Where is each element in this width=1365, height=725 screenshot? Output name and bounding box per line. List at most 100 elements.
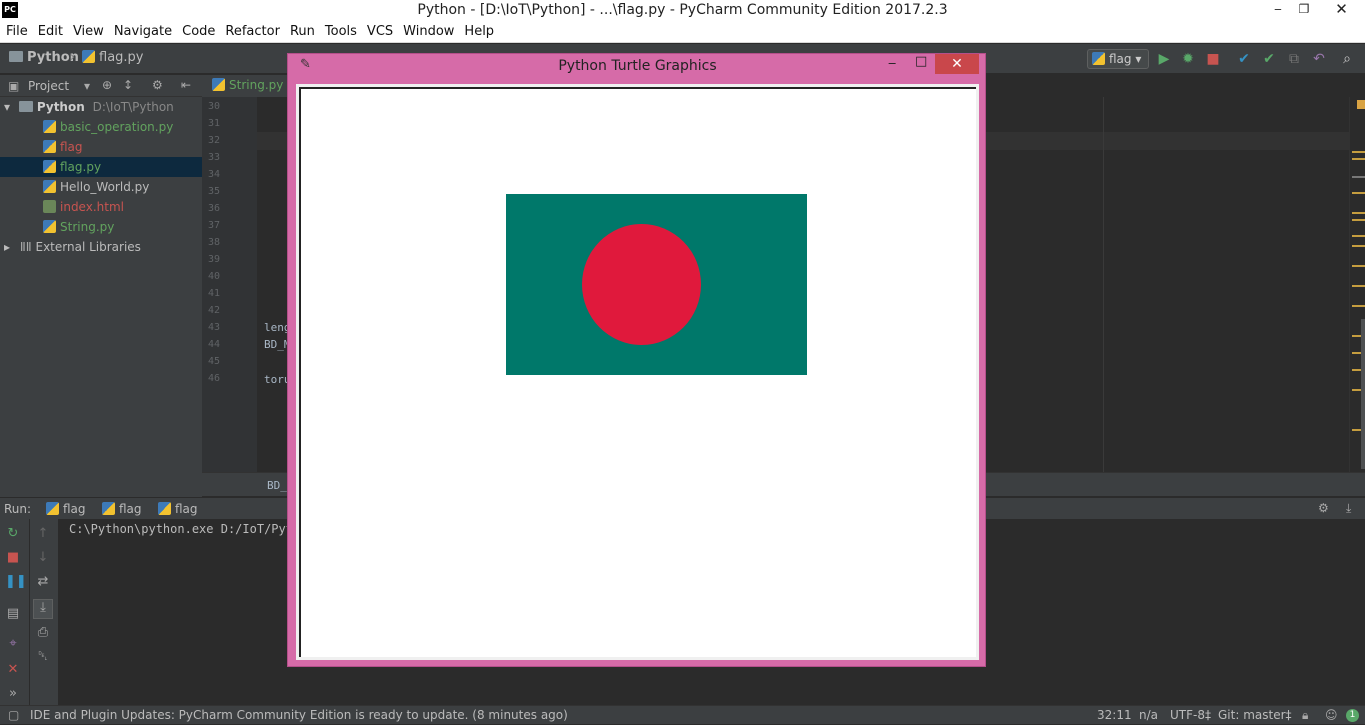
python-file-icon bbox=[43, 180, 56, 193]
tree-file-label: flag.py bbox=[60, 160, 102, 174]
scroll-to-end-icon[interactable]: ⤓ bbox=[33, 599, 53, 619]
turtle-client-area bbox=[296, 84, 979, 660]
code-breadcrumb-label[interactable]: BD_ bbox=[267, 479, 287, 492]
stop-icon[interactable]: ■ bbox=[5, 550, 21, 566]
line-number: 45 bbox=[208, 356, 221, 367]
menu-view[interactable]: View bbox=[73, 24, 104, 39]
arrow-up-icon[interactable]: ↑ bbox=[35, 526, 51, 542]
menu-code[interactable]: Code bbox=[182, 24, 215, 39]
gear-icon[interactable]: ⚙ bbox=[152, 78, 163, 92]
breadcrumb-project[interactable]: Python bbox=[9, 50, 79, 65]
run-label: Run: bbox=[4, 502, 32, 516]
flag-red-disc bbox=[582, 224, 701, 345]
search-icon[interactable]: ⌕ bbox=[1339, 51, 1355, 67]
menu-refactor[interactable]: Refactor bbox=[225, 24, 280, 39]
project-view-select[interactable]: Project bbox=[28, 79, 69, 93]
breadcrumb-separator-icon: › bbox=[70, 50, 76, 65]
menu-run[interactable]: Run bbox=[290, 24, 315, 39]
maximize-icon[interactable]: ❐ bbox=[1290, 0, 1318, 20]
close-icon[interactable]: ✕ bbox=[935, 54, 979, 74]
editor-tab-label: String.py bbox=[229, 78, 284, 92]
vcs-compare-icon[interactable]: ⧉ bbox=[1286, 51, 1302, 67]
chevron-down-icon[interactable]: ▾ bbox=[84, 79, 90, 93]
menu-window[interactable]: Window bbox=[403, 24, 454, 39]
turtle-window: ✎ Python Turtle Graphics ‒ □ ✕ bbox=[287, 53, 986, 667]
maximize-icon[interactable]: □ bbox=[915, 54, 929, 69]
pause-icon[interactable]: ❚❚ bbox=[5, 574, 27, 590]
python-file-icon bbox=[43, 140, 56, 153]
editor-scrollbar[interactable] bbox=[1361, 319, 1365, 469]
menu-vcs[interactable]: VCS bbox=[367, 24, 393, 39]
close-icon[interactable]: ✕ bbox=[5, 662, 21, 678]
pin-icon[interactable]: ⌖ bbox=[5, 636, 21, 652]
line-separator[interactable]: n/a bbox=[1139, 706, 1158, 725]
status-message[interactable]: IDE and Plugin Updates: PyCharm Communit… bbox=[30, 706, 568, 725]
tree-file-item[interactable]: String.py bbox=[0, 217, 202, 237]
minimize-icon[interactable]: ‒ bbox=[1264, 0, 1292, 20]
warning-indicator-icon[interactable] bbox=[1357, 100, 1365, 109]
line-number: 44 bbox=[208, 339, 221, 350]
breadcrumb-file[interactable]: flag.py bbox=[82, 50, 143, 65]
line-number: 39 bbox=[208, 254, 221, 265]
collapse-all-icon[interactable]: ↕ bbox=[123, 78, 133, 92]
run-icon[interactable]: ▶ bbox=[1156, 51, 1172, 67]
editor-gutter: 30 31 32 33 34 35 36 37 38 39 40 41 42 43 44 45 46 bbox=[202, 97, 257, 472]
menu-edit[interactable]: Edit bbox=[38, 24, 63, 39]
hide-panel-icon[interactable]: ⤓ bbox=[1346, 501, 1351, 516]
console-command-line: C:\Python\python.exe D:/IoT/Pyth bbox=[69, 522, 301, 536]
tree-file-item[interactable]: Hello_World.py bbox=[0, 177, 202, 197]
editor-tab-string[interactable]: String.py bbox=[212, 78, 283, 92]
rerun-icon[interactable]: ↻ bbox=[5, 526, 21, 542]
hide-panel-icon[interactable]: ⇤ bbox=[181, 78, 191, 92]
more-icon[interactable]: » bbox=[5, 686, 21, 702]
folder-icon bbox=[18, 101, 33, 112]
vcs-update-icon[interactable]: ✔ bbox=[1236, 51, 1252, 67]
event-log-badge[interactable]: 1 bbox=[1346, 709, 1359, 722]
restore-layout-icon[interactable]: ▤ bbox=[5, 606, 21, 622]
close-icon[interactable]: ✕ bbox=[1318, 0, 1365, 20]
tool-window-toggle-icon[interactable]: ▢ bbox=[8, 706, 19, 725]
print-icon[interactable]: ⎙ bbox=[35, 625, 51, 641]
caret-position[interactable]: 32:11 bbox=[1097, 706, 1132, 725]
soft-wrap-icon[interactable]: ⇄ bbox=[35, 574, 51, 590]
trash-icon[interactable]: ␡ bbox=[35, 649, 51, 665]
menu-tools[interactable]: Tools bbox=[325, 24, 357, 39]
tree-root[interactable]: ▾ Python D:\IoT\Python bbox=[0, 97, 202, 117]
tree-external-libraries[interactable]: ▸ ⅡⅡ External Libraries bbox=[0, 237, 202, 257]
tree-file-item[interactable]: flag bbox=[0, 137, 202, 157]
turtle-canvas[interactable] bbox=[299, 87, 976, 657]
project-panel-header: ▣ Project ▾ ⊕ ↕ ⚙ ⇤ bbox=[0, 75, 202, 97]
menu-help[interactable]: Help bbox=[464, 24, 494, 39]
run-tab-label: flag bbox=[175, 502, 198, 516]
run-tab-1[interactable]: flag bbox=[46, 502, 86, 516]
python-file-icon bbox=[212, 78, 225, 91]
scroll-from-source-icon[interactable]: ⊕ bbox=[102, 78, 112, 92]
menu-file[interactable]: File bbox=[6, 24, 28, 39]
folder-icon bbox=[9, 51, 23, 62]
inspector-icon[interactable]: ☺ bbox=[1325, 706, 1338, 725]
run-configuration-label: flag bbox=[1109, 52, 1132, 66]
line-number: 35 bbox=[208, 186, 221, 197]
stop-icon[interactable]: ■ bbox=[1205, 51, 1221, 67]
arrow-down-icon[interactable]: ↓ bbox=[35, 550, 51, 566]
turtle-window-title: Python Turtle Graphics bbox=[558, 58, 717, 74]
run-tab-2[interactable]: flag bbox=[102, 502, 142, 516]
python-file-icon bbox=[43, 120, 56, 133]
git-branch[interactable]: Git: master‡ bbox=[1218, 706, 1292, 725]
tree-file-item[interactable]: flag.py bbox=[0, 157, 202, 177]
vcs-commit-icon[interactable]: ✔ bbox=[1261, 51, 1277, 67]
project-view-icon: ▣ bbox=[8, 79, 20, 93]
line-number: 33 bbox=[208, 152, 221, 163]
expand-arrow-icon: ▾ bbox=[4, 100, 11, 114]
lock-icon[interactable]: 🔒︎ bbox=[1302, 706, 1308, 725]
file-encoding[interactable]: UTF-8‡ bbox=[1170, 706, 1211, 725]
run-configuration-select[interactable]: flag ▾ bbox=[1087, 49, 1149, 69]
debug-icon[interactable]: ✹ bbox=[1180, 51, 1196, 67]
tree-file-item[interactable]: basic_operation.py bbox=[0, 117, 202, 137]
minimize-icon[interactable]: ‒ bbox=[888, 56, 902, 71]
gear-icon[interactable]: ⚙ bbox=[1318, 501, 1329, 515]
menu-navigate[interactable]: Navigate bbox=[114, 24, 172, 39]
tree-file-item[interactable]: index.html bbox=[0, 197, 202, 217]
run-tab-3[interactable]: flag bbox=[158, 502, 198, 516]
undo-icon[interactable]: ↶ bbox=[1311, 51, 1327, 67]
